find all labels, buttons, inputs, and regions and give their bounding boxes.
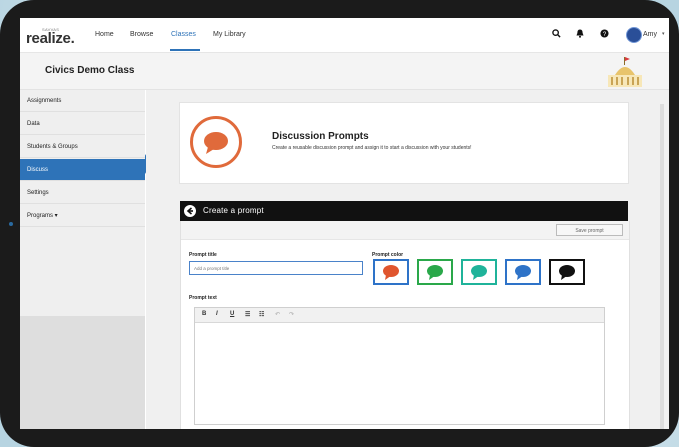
prompt-text-editor[interactable]: B I U ☰ ☷ ↶ ↷ bbox=[194, 307, 605, 425]
sidebar-item-students-groups[interactable]: Students & Groups bbox=[20, 136, 145, 158]
panel-subtitle: Create a reusable discussion prompt and … bbox=[272, 145, 472, 151]
underline-button[interactable]: U bbox=[230, 311, 234, 317]
editor-toolbar: B I U ☰ ☷ ↶ ↷ bbox=[195, 308, 604, 323]
class-title: Civics Demo Class bbox=[45, 65, 135, 76]
color-swatch-blue[interactable] bbox=[505, 259, 541, 285]
search-icon[interactable] bbox=[552, 29, 561, 40]
color-swatch-green[interactable] bbox=[417, 259, 453, 285]
redo-button[interactable]: ↷ bbox=[289, 311, 294, 318]
save-prompt-button[interactable]: Save prompt bbox=[556, 224, 623, 236]
chevron-down-icon[interactable]: ▾ bbox=[662, 31, 665, 37]
prompt-title-label: Prompt title bbox=[189, 252, 217, 258]
nav-active-indicator bbox=[170, 49, 200, 51]
prompt-title-input[interactable] bbox=[189, 261, 363, 275]
camera bbox=[9, 222, 13, 226]
italic-button[interactable]: I bbox=[216, 311, 218, 317]
nav-browse[interactable]: Browse bbox=[130, 31, 153, 38]
help-icon[interactable]: ? bbox=[600, 29, 609, 40]
discussion-prompts-panel: Discussion Prompts Create a reusable dis… bbox=[179, 102, 629, 184]
main-content: Discussion Prompts Create a reusable dis… bbox=[146, 90, 669, 429]
capitol-icon bbox=[608, 57, 642, 87]
sidebar-filler bbox=[20, 316, 145, 429]
color-swatch-orange[interactable] bbox=[373, 259, 409, 285]
panel-title: Discussion Prompts bbox=[272, 131, 369, 142]
bell-icon[interactable] bbox=[576, 29, 584, 40]
logo[interactable]: SAVVAS realize. bbox=[26, 27, 76, 47]
user-name[interactable]: Amy bbox=[643, 31, 657, 38]
prompt-color-label: Prompt color bbox=[372, 252, 404, 258]
sidebar-item-programs[interactable]: Programs ▾ bbox=[20, 205, 145, 227]
sidebar: Assignments Data Students & Groups Discu… bbox=[20, 90, 145, 429]
class-header: Civics Demo Class bbox=[20, 53, 669, 90]
scrollbar[interactable] bbox=[660, 104, 664, 429]
numbered-list-button[interactable]: ☷ bbox=[259, 311, 264, 318]
form-toolbar: Save prompt bbox=[181, 221, 629, 240]
sidebar-item-assignments[interactable]: Assignments bbox=[20, 90, 145, 112]
bold-button[interactable]: B bbox=[202, 311, 206, 317]
top-navigation: SAVVAS realize. Home Browse Classes My L… bbox=[20, 18, 669, 53]
sidebar-item-data[interactable]: Data bbox=[20, 113, 145, 135]
prompt-form: Save prompt Prompt title Prompt color bbox=[180, 221, 630, 429]
color-swatch-teal[interactable] bbox=[461, 259, 497, 285]
nav-home[interactable]: Home bbox=[95, 31, 114, 38]
sidebar-item-settings[interactable]: Settings bbox=[20, 182, 145, 204]
undo-button[interactable]: ↶ bbox=[275, 311, 280, 318]
nav-classes[interactable]: Classes bbox=[171, 31, 196, 38]
logo-text: realize. bbox=[26, 30, 75, 47]
svg-text:?: ? bbox=[603, 31, 607, 38]
color-swatch-black[interactable] bbox=[549, 259, 585, 285]
create-prompt-bar: Create a prompt bbox=[180, 201, 628, 221]
avatar[interactable] bbox=[626, 27, 642, 43]
create-prompt-title: Create a prompt bbox=[203, 206, 264, 215]
sidebar-item-discuss[interactable]: Discuss bbox=[20, 159, 145, 181]
bulleted-list-button[interactable]: ☰ bbox=[245, 311, 250, 318]
nav-my-library[interactable]: My Library bbox=[213, 31, 246, 38]
prompt-text-label: Prompt text bbox=[189, 295, 217, 301]
tablet-frame: SAVVAS realize. Home Browse Classes My L… bbox=[0, 0, 679, 447]
back-arrow-icon[interactable] bbox=[184, 205, 196, 217]
screen: SAVVAS realize. Home Browse Classes My L… bbox=[20, 18, 669, 429]
discussion-bubble-icon bbox=[190, 116, 242, 168]
